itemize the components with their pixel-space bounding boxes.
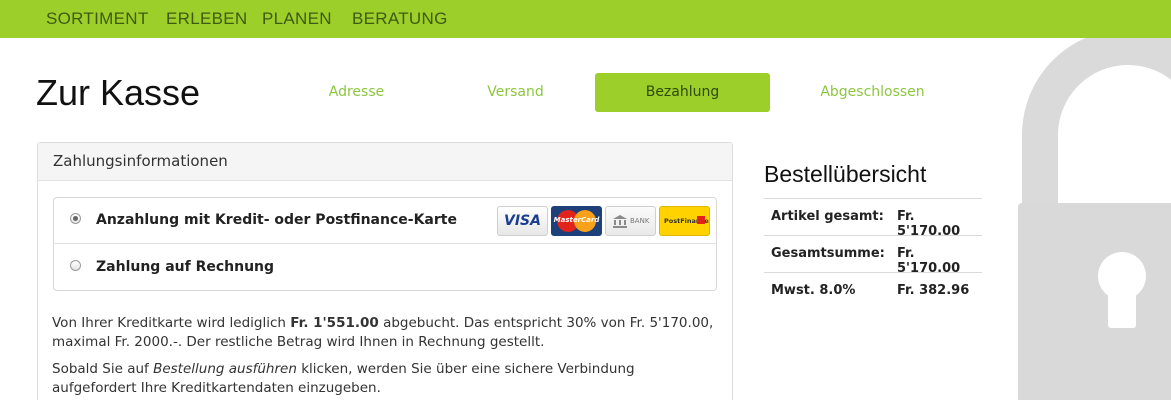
nav-item-sortiment[interactable]: SORTIMENT xyxy=(46,9,149,29)
radio-invoice[interactable] xyxy=(70,260,81,271)
step-versand[interactable]: Versand xyxy=(428,73,603,112)
payment-secure-text: Sobald Sie auf Bestellung ausführen klic… xyxy=(52,360,722,398)
postfinance-logo: PostFinance xyxy=(659,206,710,236)
summary-row-label: Artikel gesamt: xyxy=(771,209,884,224)
mastercard-logo: MasterCard xyxy=(551,206,602,236)
visa-logo-text: VISA xyxy=(504,213,541,229)
payment-options: Anzahlung mit Kredit- oder Postfinance-K… xyxy=(53,197,717,291)
summary-row-value: Fr. 382.96 xyxy=(897,283,970,298)
summary-row: Mwst. 8.0% Fr. 382.96 xyxy=(764,272,982,309)
summary-row-label: Gesamtsumme: xyxy=(771,246,885,261)
nav-item-beratung[interactable]: BERATUNG xyxy=(352,9,448,29)
summary-row: Gesamtsumme: Fr. 5'170.00 xyxy=(764,235,982,276)
payment-info-text: Von Ihrer Kreditkarte wird lediglich Fr.… xyxy=(52,314,722,352)
payment-info-part1: Von Ihrer Kreditkarte wird lediglich xyxy=(52,315,291,331)
payment-info-amount: Fr. 1'551.00 xyxy=(290,315,379,331)
order-summary: Artikel gesamt: Fr. 5'170.00 Gesamtsumme… xyxy=(764,198,982,309)
nav-item-planen[interactable]: PLANEN xyxy=(262,9,332,29)
visa-logo: VISA xyxy=(497,206,548,236)
top-navigation: SORTIMENT ERLEBEN PLANEN BERATUNG xyxy=(0,0,1171,38)
step-abgeschlossen[interactable]: Abgeschlossen xyxy=(785,73,960,112)
summary-row-label: Mwst. 8.0% xyxy=(771,283,856,298)
payment-option-invoice[interactable]: Zahlung auf Rechnung xyxy=(54,245,716,291)
payment-heading: Zahlungsinformationen xyxy=(53,152,228,170)
page-title: Zur Kasse xyxy=(36,72,201,113)
payment-secure-part1: Sobald Sie auf xyxy=(52,361,154,377)
summary-row: Artikel gesamt: Fr. 5'170.00 xyxy=(764,198,982,239)
payment-secure-emphasis: Bestellung ausführen xyxy=(153,361,297,377)
mastercard-logo-text: MasterCard xyxy=(553,216,600,224)
postfinance-cross-icon xyxy=(697,216,705,224)
bank-icon xyxy=(613,215,627,228)
bank-logo: BANK xyxy=(605,206,656,236)
payment-panel-header: Zahlungsinformationen xyxy=(38,143,732,181)
radio-card[interactable] xyxy=(70,213,81,224)
payment-option-card-label[interactable]: Anzahlung mit Kredit- oder Postfinance-K… xyxy=(96,212,457,228)
summary-title: Bestellübersicht xyxy=(764,161,927,187)
payment-option-invoice-label[interactable]: Zahlung auf Rechnung xyxy=(96,259,274,275)
step-bezahlung[interactable]: Bezahlung xyxy=(595,73,770,112)
payment-panel: Zahlungsinformationen Anzahlung mit Kred… xyxy=(37,142,733,400)
nav-item-erleben[interactable]: ERLEBEN xyxy=(166,9,247,29)
payment-option-card[interactable]: Anzahlung mit Kredit- oder Postfinance-K… xyxy=(54,198,716,244)
step-adresse[interactable]: Adresse xyxy=(269,73,444,112)
bank-logo-text: BANK xyxy=(630,217,650,225)
